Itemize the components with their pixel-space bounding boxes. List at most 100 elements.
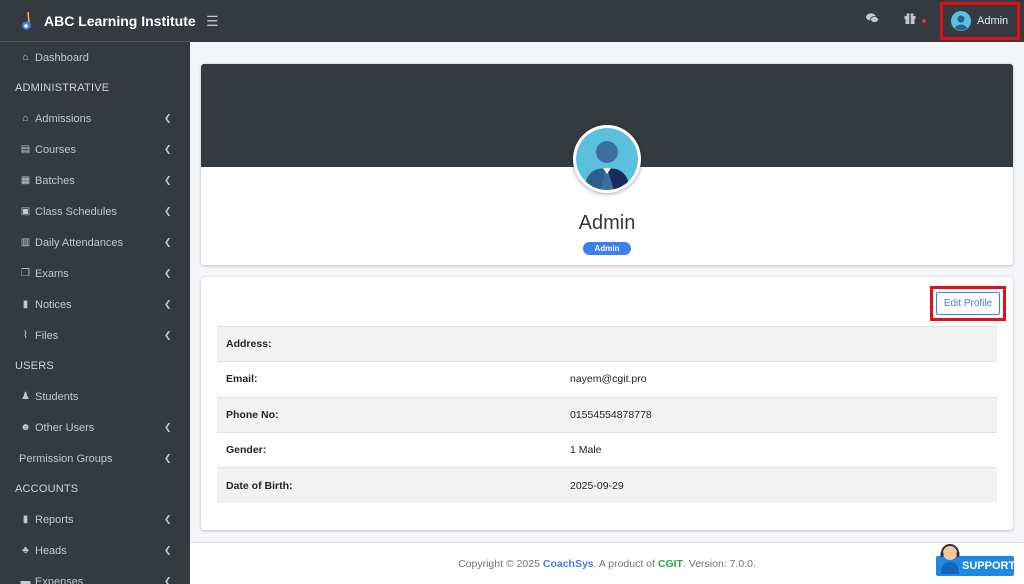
- sidebar-item-daily-attendances[interactable]: ▥ Daily Attendances ❮: [0, 227, 190, 258]
- chevron-left-icon: ❮: [164, 330, 172, 340]
- sidebar-item-heads[interactable]: ♣ Heads ❮: [0, 535, 190, 566]
- sidebar-item-label: Expenses: [35, 575, 84, 584]
- sidebar-item-courses[interactable]: ▤ Courses ❮: [0, 134, 190, 165]
- sidebar-item-label: Files: [35, 329, 59, 342]
- chevron-left-icon: ❮: [164, 545, 172, 555]
- sidebar-item-files[interactable]: ⌇ Files ❮: [0, 320, 190, 351]
- top-navbar: ABC Learning Institute ☰ Admin: [0, 0, 1024, 42]
- sidebar-item-label: Other Users: [35, 421, 95, 434]
- profile-name: Admin: [578, 212, 636, 234]
- sidebar-item-label: Admissions: [35, 112, 92, 125]
- sidebar-item-label: Class Schedules: [35, 205, 117, 218]
- sidebar-item-admissions[interactable]: ⌂ Admissions ❮: [0, 103, 190, 134]
- user-avatar-icon: [951, 11, 971, 31]
- calendar-check-icon: ▣: [20, 206, 31, 217]
- chevron-left-icon: ❮: [164, 175, 172, 185]
- sidebar-item-label: Permission Groups: [19, 452, 113, 465]
- profile-avatar: [573, 125, 641, 193]
- profile-details-table: Address: Email: nayem@cgit.pro Phone No: 015…: [217, 325, 997, 503]
- sidebar-item-label: Students: [35, 390, 79, 403]
- sidebar-item-label: Batches: [35, 174, 75, 187]
- users-icon: ☻: [20, 422, 31, 433]
- chevron-left-icon: ❮: [164, 576, 172, 584]
- sidebar-item-label: Dashboard: [35, 51, 89, 64]
- sidebar-item-exams[interactable]: ❐ Exams ❮: [0, 258, 190, 289]
- sidebar-item-students[interactable]: ♟ Students: [0, 381, 190, 412]
- sidebar-item-label: Daily Attendances: [35, 236, 124, 249]
- table-row: Address:: [217, 325, 997, 362]
- edit-profile-highlight: Edit Profile: [930, 286, 1006, 321]
- footer-company-link[interactable]: CGIT: [658, 558, 683, 570]
- file-icon: ▮: [22, 514, 29, 525]
- chevron-left-icon: ❮: [164, 113, 172, 123]
- detail-label: Gender:: [217, 431, 561, 468]
- footer-product-link[interactable]: CoachSys: [543, 558, 594, 570]
- footer: Copyright © 2025 CoachSys. A product of …: [190, 542, 1024, 584]
- user-graduate-icon: ♟: [21, 391, 30, 402]
- table-row: Email: nayem@cgit.pro: [217, 361, 997, 398]
- comments-icon[interactable]: [866, 13, 879, 27]
- sidebar-item-other-users[interactable]: ☻ Other Users ❮: [0, 412, 190, 443]
- detail-value: 01554554878778: [561, 396, 997, 433]
- house-user-icon: ⌂: [22, 113, 29, 124]
- detail-value: nayem@cgit.pro: [561, 361, 997, 398]
- support-agent-icon: [938, 544, 962, 574]
- footer-suffix: . Version: 7.0.0.: [682, 558, 756, 570]
- sidebar-item-notices[interactable]: ▮ Notices ❮: [0, 289, 190, 320]
- brand-logo-icon: [20, 11, 34, 31]
- detail-label: Email:: [217, 361, 561, 398]
- sidebar-item-permission-groups[interactable]: Permission Groups ❮: [0, 443, 190, 474]
- book-icon: ▤: [20, 144, 31, 155]
- detail-label: Address:: [217, 325, 561, 362]
- copy-icon: ❐: [21, 268, 30, 279]
- clipboard-icon: ▥: [20, 237, 31, 248]
- table-row: Date of Birth: 2025-09-29: [217, 467, 997, 503]
- support-button[interactable]: SUPPORT: [936, 544, 1015, 576]
- money-icon: ▬: [20, 576, 31, 584]
- sidebar-item-batches[interactable]: ▦ Batches ❮: [0, 165, 190, 196]
- table-row: Phone No: 01554554878778: [217, 396, 997, 433]
- nav-section-header: USERS: [15, 360, 54, 372]
- sticky-note-icon: ▮: [22, 299, 29, 310]
- detail-label: Phone No:: [217, 396, 561, 433]
- sidebar-item-reports[interactable]: ▮ Reports ❮: [0, 504, 190, 535]
- detail-label: Date of Birth:: [217, 467, 561, 503]
- sidebar: ⌂ Dashboard ADMINISTRATIVE ⌂ Admissions ❮ ▤ Cou…: [0, 42, 190, 584]
- sidebar-item-label: Notices: [35, 298, 72, 311]
- edit-profile-button[interactable]: Edit Profile: [936, 292, 1000, 315]
- footer-copyright: Copyright © 2025 CoachSys. A product of …: [190, 558, 1024, 570]
- user-name: Admin: [977, 15, 1009, 27]
- hamburger-icon[interactable]: ☰: [206, 13, 219, 30]
- notification-dot: [922, 18, 927, 23]
- sidebar-item-dashboard[interactable]: ⌂ Dashboard: [0, 42, 190, 73]
- chevron-left-icon: ❮: [164, 144, 172, 154]
- sidebar-item-expenses[interactable]: ▬ Expenses ❮: [0, 566, 190, 584]
- paperclip-icon: ⌇: [23, 330, 28, 341]
- sitemap-icon: ♣: [22, 545, 29, 556]
- sidebar-nav: ⌂ Dashboard ADMINISTRATIVE ⌂ Admissions ❮ ▤ Cou…: [0, 42, 190, 584]
- user-avatar-icon: [576, 128, 638, 190]
- chevron-left-icon: ❮: [164, 237, 172, 247]
- gift-icon[interactable]: [904, 13, 927, 27]
- role-badge: Admin: [583, 242, 631, 255]
- detail-value: 1 Male: [561, 431, 997, 468]
- nav-section-header: ADMINISTRATIVE: [15, 82, 110, 94]
- chevron-left-icon: ❮: [164, 422, 172, 432]
- profile-card: Admin Admin: [201, 64, 1013, 265]
- brand[interactable]: ABC Learning Institute: [0, 0, 196, 42]
- sidebar-item-label: Heads: [35, 544, 67, 557]
- chevron-left-icon: ❮: [164, 268, 172, 278]
- chevron-left-icon: ❮: [164, 453, 172, 463]
- brand-title: ABC Learning Institute: [44, 12, 196, 29]
- sidebar-item-class-schedules[interactable]: ▣ Class Schedules ❮: [0, 196, 190, 227]
- profile-details-card: Edit Profile Address: Email: nayem@cgit.pr…: [201, 277, 1013, 530]
- chevron-left-icon: ❮: [164, 206, 172, 216]
- detail-value: [561, 325, 997, 362]
- sidebar-item-label: Exams: [35, 267, 69, 280]
- footer-middle: . A product of: [593, 558, 658, 570]
- table-row: Gender: 1 Male: [217, 431, 997, 468]
- user-menu[interactable]: Admin: [940, 2, 1020, 40]
- nav-section-header: ACCOUNTS: [15, 483, 79, 495]
- footer-prefix: Copyright © 2025: [458, 558, 543, 570]
- sidebar-item-label: Reports: [35, 513, 74, 526]
